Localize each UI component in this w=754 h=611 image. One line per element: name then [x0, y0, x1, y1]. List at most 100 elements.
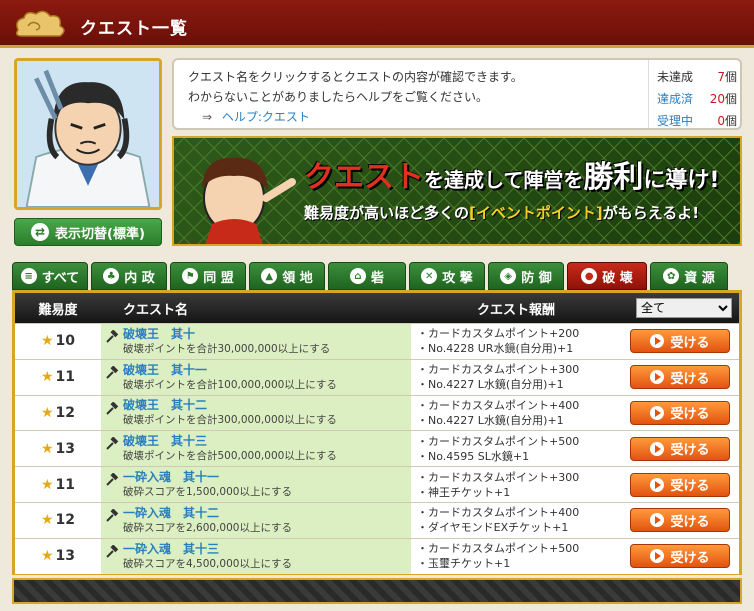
footer-decoration — [12, 578, 742, 604]
difficulty-cell: ★ 11 — [15, 467, 101, 502]
quest-desc: 破壊ポイントを合計100,000,000以上にする — [123, 378, 337, 391]
hammer-icon — [106, 437, 119, 451]
general-portrait — [14, 58, 162, 210]
tab-territory[interactable]: ▲ 領 地 — [249, 262, 325, 290]
play-icon — [650, 334, 665, 349]
hammer-icon — [106, 330, 119, 343]
play-icon — [650, 513, 665, 528]
quest-desc: 破壊ポイントを合計500,000,000以上にする — [123, 450, 337, 463]
star-icon: ★ — [40, 476, 54, 493]
quest-name-cell: 破壊王 其十一 破壊ポイントを合計100,000,000以上にする — [101, 359, 411, 395]
help-row: ⇒ ヘルプ:クエスト — [202, 108, 310, 125]
star-icon: ★ — [40, 404, 54, 421]
play-icon — [650, 370, 665, 385]
tab-destroy[interactable]: ● 破 壊 — [567, 262, 647, 290]
swap-icon: ⇄ — [31, 223, 50, 241]
header-filter: 全て — [621, 298, 739, 318]
difficulty-cell: ★ 11 — [15, 359, 101, 395]
accept-button[interactable]: 受ける — [630, 544, 730, 569]
flag-icon: ⚑ — [182, 268, 199, 284]
quest-name-link[interactable]: 一砕入魂 其十二 — [123, 506, 219, 521]
page-title: クエスト一覧 — [80, 19, 188, 39]
tab-fort[interactable]: ⌂ 砦 — [328, 262, 406, 290]
table-body: ★ 10 破壊王 其十 破壊ポイントを合計30,000,000以上にする ・カード… — [15, 323, 739, 574]
category-tabs: ≡ すべて ♣ 内 政 ⚑ 同 盟 ▲ 領 地 ⌂ 砦 ✕ 攻 撃 ◈ 防 御 ● 破 壊 ✿ 資… — [12, 262, 742, 290]
reward-cell: ・カードカスタムポイント+500 ・No.4595 SL水鏡+1 — [411, 431, 621, 467]
quest-banner: クエストを達成して陣営を勝利に導け! 難易度が高いほど多くの[イベントポイント]… — [172, 136, 742, 246]
table-row: ★ 13 一砕入魂 其十三 破砕スコアを4,500,000以上にする ・カードカス… — [15, 537, 739, 574]
tab-defense[interactable]: ◈ 防 御 — [488, 262, 564, 290]
accept-cell: 受ける — [621, 395, 739, 431]
quest-name-cell: 一砕入魂 其十三 破砕スコアを4,500,000以上にする — [101, 538, 411, 574]
quest-name-link[interactable]: 一砕入魂 其十一 — [123, 470, 219, 485]
quest-name-link[interactable]: 破壊王 其十二 — [123, 398, 207, 413]
reward-cell: ・カードカスタムポイント+400 ・No.4227 L水鏡(自分用)+1 — [411, 395, 621, 431]
quest-name-link[interactable]: 一砕入魂 其十三 — [123, 542, 219, 557]
quest-table: 難易度 クエスト名 クエスト報酬 全て ★ 10 破壊王 其十 破壊ポイントを合計… — [12, 290, 742, 575]
hammer-icon — [106, 365, 119, 379]
header-difficulty: 難易度 — [38, 302, 78, 318]
reward-cell: ・カードカスタムポイント+400 ・ダイヤモンドEXチケット+1 — [411, 502, 621, 538]
display-toggle-label: 表示切替(標準) — [55, 226, 145, 242]
star-icon: ★ — [40, 333, 54, 350]
play-icon — [650, 549, 665, 564]
accept-button[interactable]: 受ける — [630, 400, 730, 425]
header-reward: クエスト報酬 — [476, 302, 555, 318]
tab-all[interactable]: ≡ すべて — [12, 262, 88, 290]
difficulty-cell: ★ 13 — [15, 538, 101, 574]
accept-cell: 受ける — [621, 467, 739, 502]
filter-select[interactable]: 全て — [636, 298, 732, 318]
reward-cell: ・カードカスタムポイント+500 ・玉璽チケット+1 — [411, 538, 621, 574]
quest-desc: 破砕スコアを1,500,000以上にする — [123, 486, 293, 499]
cloud-logo-icon — [15, 10, 65, 37]
table-row: ★ 12 一砕入魂 其十二 破砕スコアを2,600,000以上にする ・カードカス… — [15, 501, 739, 538]
accept-button[interactable]: 受ける — [630, 436, 730, 461]
stat-incomplete: 未達成 7個 — [657, 70, 737, 84]
difficulty-cell: ★ 13 — [15, 431, 101, 467]
quest-name-cell: 破壊王 其十二 破壊ポイントを合計300,000,000以上にする — [101, 395, 411, 431]
accept-button[interactable]: 受ける — [630, 508, 730, 533]
shield-icon: ◈ — [500, 268, 517, 284]
play-icon — [650, 405, 665, 420]
table-row: ★ 13 破壊王 其十三 破壊ポイントを合計500,000,000以上にする ・カ… — [15, 430, 739, 467]
accept-button[interactable]: 受ける — [630, 472, 730, 497]
star-icon: ★ — [40, 548, 54, 565]
play-icon — [650, 441, 665, 456]
info-line-1: クエスト名をクリックするとクエストの内容が確認できます。 — [188, 70, 523, 84]
display-toggle-button[interactable]: ⇄ 表示切替(標準) — [14, 218, 162, 246]
tab-resources[interactable]: ✿ 資 源 — [650, 262, 728, 290]
help-quest-link[interactable]: ヘルプ:クエスト — [222, 110, 310, 124]
reward-cell: ・カードカスタムポイント+300 ・神王チケット+1 — [411, 467, 621, 502]
hammer-icon — [106, 508, 119, 522]
quest-desc: 破砕スコアを2,600,000以上にする — [123, 521, 293, 534]
star-icon: ★ — [40, 369, 54, 386]
tab-alliance[interactable]: ⚑ 同 盟 — [170, 262, 246, 290]
hammer-icon — [106, 473, 119, 486]
accept-button[interactable]: 受ける — [630, 365, 730, 390]
accept-button[interactable]: 受ける — [630, 329, 730, 354]
wheat-icon: ✿ — [663, 268, 680, 284]
play-icon — [650, 477, 665, 492]
bomb-icon: ● — [581, 268, 598, 284]
quest-desc: 破壊ポイントを合計300,000,000以上にする — [123, 414, 337, 427]
quest-name-link[interactable]: 破壊王 其十 — [123, 327, 195, 342]
star-icon: ★ — [40, 440, 54, 457]
table-row: ★ 12 破壊王 其十二 破壊ポイントを合計300,000,000以上にする ・カ… — [15, 394, 739, 431]
quest-name-link[interactable]: 破壊王 其十一 — [123, 363, 207, 378]
header-quest-name: クエスト名 — [123, 302, 189, 318]
stat-accepted[interactable]: 受理中 0個 — [657, 112, 737, 129]
info-box: クエスト名をクリックするとクエストの内容が確認できます。 わからないことがありま… — [172, 58, 742, 130]
tab-domestic[interactable]: ♣ 内 政 — [91, 262, 167, 290]
tab-attack[interactable]: ✕ 攻 撃 — [409, 262, 485, 290]
fort-icon: ⌂ — [349, 268, 366, 284]
stat-completed[interactable]: 達成済 20個 — [657, 90, 737, 107]
page-header: クエスト一覧 — [0, 0, 754, 48]
banner-title: クエストを達成して陣営を勝利に導け! — [304, 160, 720, 195]
accept-cell: 受ける — [621, 538, 739, 574]
quest-name-cell: 一砕入魂 其十二 破砕スコアを2,600,000以上にする — [101, 502, 411, 538]
quest-desc: 破壊ポイントを合計30,000,000以上にする — [123, 342, 331, 355]
accept-cell: 受ける — [621, 359, 739, 395]
reward-cell: ・カードカスタムポイント+300 ・No.4227 L水鏡(自分用)+1 — [411, 359, 621, 395]
quest-stats: 未達成 7個 達成済 20個 受理中 0個 — [648, 60, 740, 128]
quest-name-link[interactable]: 破壊王 其十三 — [123, 434, 207, 449]
